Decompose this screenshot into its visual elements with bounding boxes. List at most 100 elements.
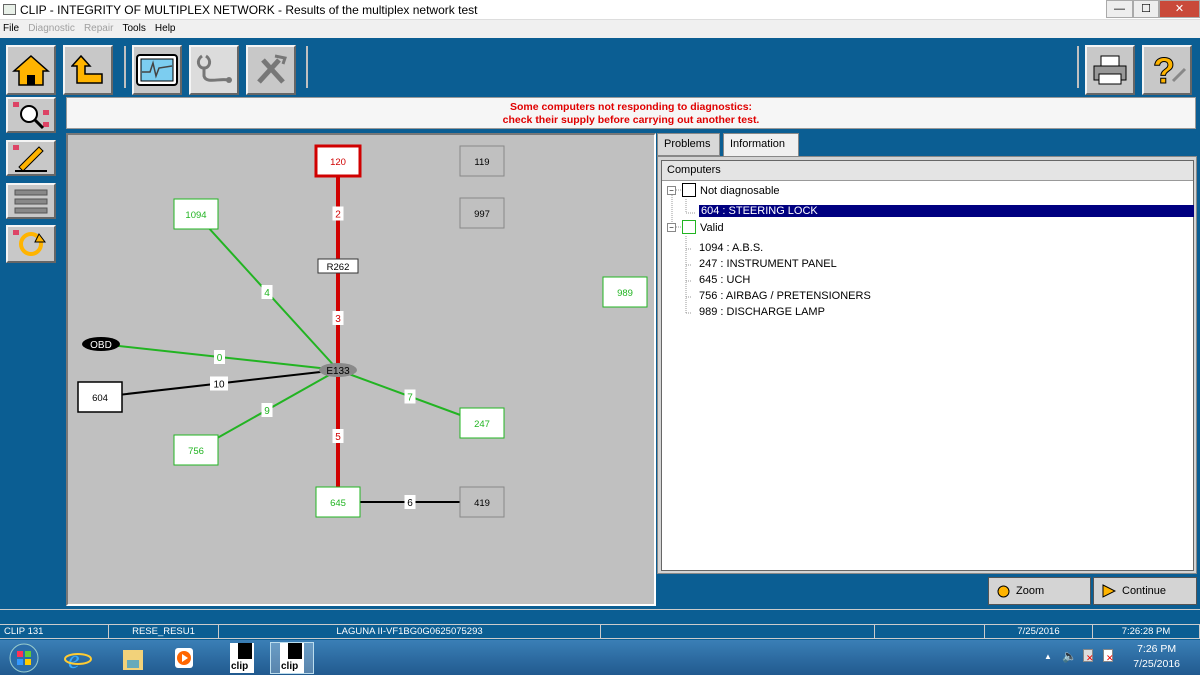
menu-repair[interactable]: Repair (81, 20, 116, 37)
link-604-E133[interactable]: 10 (99, 369, 339, 398)
group-label: Not diagnosable (700, 185, 780, 197)
volume-icon[interactable]: 🔈 (1062, 649, 1077, 663)
status-time: 7:26:28 PM (1093, 625, 1200, 639)
internet-explorer-icon: e (64, 645, 92, 672)
tree-item-label: 604 : STEERING LOCK (699, 205, 1194, 217)
svg-text:clip: clip (231, 661, 248, 672)
menu-diagnostic[interactable]: Diagnostic (25, 20, 78, 37)
taskbar-media-player[interactable] (162, 642, 206, 674)
warning-line-1: Some computers not responding to diagnos… (509, 101, 753, 113)
status-empty-1 (601, 625, 875, 639)
link-label: 2 (335, 210, 341, 221)
tree-item[interactable]: 1094 : A.B.S. (699, 242, 763, 254)
node-120[interactable]: 120 (314, 144, 362, 178)
printer-icon (1093, 55, 1127, 85)
home-button[interactable] (6, 45, 56, 95)
tree-lines (671, 189, 696, 314)
network-diagram: 2 3 5 4 0 10 9 7 6 120 119 997 1094 R262 989 OBD E133 604… (66, 133, 656, 606)
network-diagram-canvas: 2 3 5 4 0 10 9 7 6 120 119 997 1094 R262 989 OBD E133 604… (77, 144, 648, 518)
warning-message: Some computers not responding to diagnos… (66, 97, 1196, 129)
status-vehicle: LAGUNA II-VF1BG0G0625075293 (219, 625, 601, 639)
measure-button[interactable] (132, 45, 182, 95)
taskbar-clip-1[interactable]: clip (220, 642, 264, 674)
collapse-not-diagnosable[interactable]: − (667, 186, 676, 195)
tab-problems[interactable]: Problems (657, 133, 720, 156)
link-OBD-E133[interactable]: 0 (100, 343, 339, 371)
tools-icon (257, 54, 287, 84)
node-E133[interactable]: E133 (319, 363, 357, 377)
action-center-icon[interactable]: ✕ (1103, 649, 1114, 663)
node-label: 1094 (185, 210, 206, 221)
zoom-label: Zoom (1016, 585, 1045, 597)
node-label: 120 (330, 157, 346, 168)
refresh-network-button[interactable] (6, 225, 56, 263)
start-button[interactable] (2, 642, 46, 674)
diagnostic-button[interactable] (189, 45, 239, 95)
node-989[interactable]: 989 (602, 276, 648, 308)
node-119[interactable]: 119 (459, 145, 505, 177)
node-1094[interactable]: 1094 (173, 198, 219, 230)
link-label: 7 (407, 393, 413, 404)
connectors-icon (14, 189, 48, 214)
back-button[interactable] (63, 45, 113, 95)
network-error-icon[interactable]: ✕ (1083, 649, 1094, 663)
show-hidden-icons[interactable]: ▲ (1044, 652, 1052, 661)
clip-app-icon: clip (280, 643, 304, 673)
network-list-button[interactable] (6, 183, 56, 219)
zoom-button[interactable]: Zoom (988, 577, 1091, 605)
node-756[interactable]: 756 (173, 434, 219, 466)
link-label: 4 (264, 288, 270, 299)
link-E133-645[interactable]: 5 (332, 370, 344, 502)
svg-text:clip: clip (281, 661, 298, 672)
taskbar-ie[interactable]: e (56, 642, 100, 674)
tree-item-selected[interactable]: 604 : STEERING LOCK (699, 205, 1194, 217)
collapse-valid[interactable]: − (667, 223, 676, 232)
print-button[interactable] (1085, 45, 1135, 95)
node-OBD[interactable]: OBD (82, 337, 120, 351)
node-label: 997 (474, 209, 490, 220)
menu-help[interactable]: Help (152, 20, 179, 37)
node-label: 119 (474, 157, 489, 168)
media-player-icon (175, 648, 193, 668)
tab-information[interactable]: Information (723, 133, 799, 157)
menu-file[interactable]: File (0, 20, 22, 37)
computers-tree-panel: Computers − Not diagnosable 604 : STEERI… (657, 156, 1197, 574)
app-icon (3, 4, 16, 15)
tree-item[interactable]: 989 : DISCHARGE LAMP (699, 306, 825, 318)
svg-text:?: ? (1153, 51, 1175, 89)
edit-button[interactable] (6, 140, 56, 176)
taskbar-clip-2[interactable]: clip (270, 642, 314, 674)
close-button[interactable]: ✕ (1159, 0, 1200, 18)
stethoscope-icon (196, 54, 232, 83)
title-bar: CLIP - INTEGRITY OF MULTIPLEX NETWORK - … (0, 0, 1200, 20)
node-645[interactable]: 645 (315, 486, 361, 518)
play-arrow-icon (1102, 584, 1116, 598)
maximize-button[interactable]: ☐ (1133, 0, 1159, 18)
tree-item[interactable]: 645 : UCH (699, 274, 750, 286)
node-label: OBD (90, 340, 112, 351)
link-R262-E133[interactable]: 3 (332, 266, 344, 370)
repair-button[interactable] (246, 45, 296, 95)
tree-item[interactable]: 247 : INSTRUMENT PANEL (699, 258, 837, 270)
link-1094-E133[interactable]: 4 (195, 213, 339, 371)
minimize-button[interactable]: — (1106, 0, 1133, 18)
tree-item[interactable]: 756 : AIRBAG / PRETENSIONERS (699, 290, 871, 302)
node-247[interactable]: 247 (459, 407, 505, 439)
menu-tools[interactable]: Tools (119, 20, 148, 37)
continue-label: Continue (1122, 585, 1167, 597)
yellow-circle-icon (997, 585, 1010, 597)
tree-group-not-diagnosable[interactable]: Not diagnosable (682, 183, 780, 197)
node-604[interactable]: 604 (77, 381, 123, 413)
node-419[interactable]: 419 (459, 486, 505, 518)
status-date: 7/25/2016 (985, 625, 1093, 639)
node-R262[interactable]: R262 (317, 258, 359, 274)
taskbar-clock[interactable]: 7:26 PM 7/25/2016 (1133, 642, 1180, 672)
taskbar-explorer[interactable] (111, 642, 155, 674)
clip-app-icon: clip (230, 643, 254, 673)
search-network-button[interactable] (6, 97, 56, 133)
tree-group-valid[interactable]: Valid (682, 220, 724, 234)
node-997[interactable]: 997 (459, 197, 505, 229)
help-button[interactable]: ? (1142, 45, 1192, 95)
node-label: 989 (617, 288, 633, 299)
continue-button[interactable]: Continue (1093, 577, 1197, 605)
